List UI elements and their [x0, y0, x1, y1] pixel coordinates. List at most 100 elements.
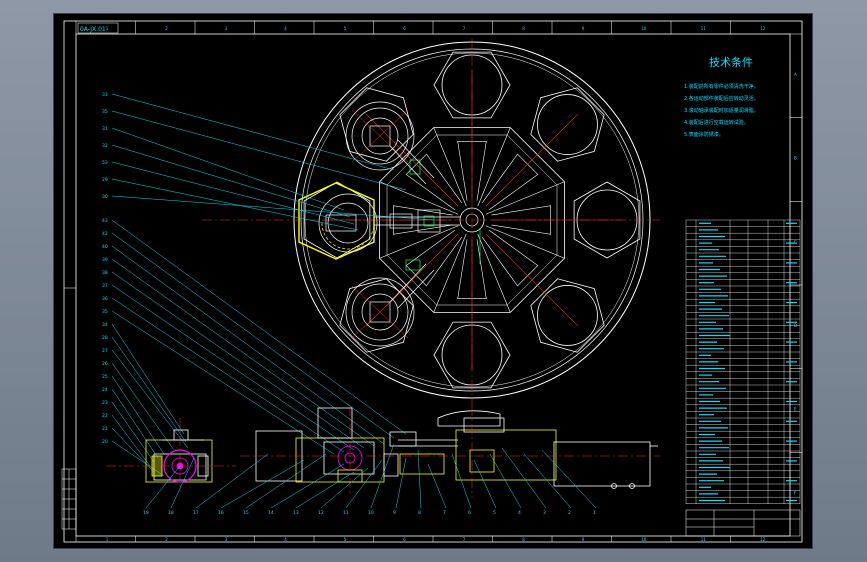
grid-label-bottom: 2: [165, 537, 168, 542]
leader-line: [111, 297, 345, 453]
balloon-left: 28: [102, 335, 108, 341]
balloon-bottom: 6: [468, 510, 471, 516]
balloon-left: 35: [102, 109, 108, 115]
leader-line: [111, 127, 345, 211]
parts-list-table: [685, 219, 801, 504]
balloon-left: 53: [102, 160, 108, 166]
grid-label-bottom: 5: [344, 537, 347, 542]
cad-viewport[interactable]: 1 1 2 2 3 3 4 4 5 5 6 6 7 7 8 8 9 9 10 10 11 11 12 12 A B C D E F 0A-…: [54, 14, 812, 548]
balloon-bottom: 4: [518, 510, 521, 516]
balloon-bottom: 12: [318, 510, 324, 516]
balloon-bottom: 8: [418, 510, 421, 516]
leader-line: [111, 110, 407, 191]
grid-label-top: 9: [582, 26, 585, 31]
balloon-bottom: 16: [218, 510, 224, 516]
balloon-left: 32: [102, 143, 108, 149]
balloon-left: 29: [102, 177, 108, 183]
leader-line: [111, 93, 395, 171]
leader-line: [473, 459, 497, 509]
grid-label-bottom: 12: [760, 537, 766, 542]
assembly-drawing: 112233445566778899101011111212ABCDEF 0A-…: [61, 20, 803, 543]
balloon-left: 35: [102, 309, 108, 315]
balloon-bottom: 11: [343, 510, 349, 516]
grid-label-top: 2: [165, 26, 168, 31]
leader-line: [111, 414, 151, 467]
grid-label-top: 12: [760, 26, 766, 31]
leader-line: [427, 463, 447, 509]
grid-label-bottom: 7: [463, 537, 466, 542]
wheel-top-view: [202, 38, 660, 406]
balloon-left: 42: [102, 231, 108, 237]
balloon-bottom: 14: [268, 510, 274, 516]
leader-line: [111, 178, 359, 231]
leader-line: [145, 465, 181, 509]
grid-label-bottom: 4: [284, 537, 287, 542]
grid-label-bottom: 6: [403, 537, 406, 542]
tech-note-5: 5.表面涂防锈漆。: [684, 131, 724, 138]
balloon-left: 25: [102, 374, 108, 380]
title-block: [685, 509, 801, 537]
grid-label-top: 3: [225, 26, 228, 31]
leader-line: [111, 271, 365, 449]
leader-line: [111, 310, 335, 455]
balloon-left: 37: [102, 283, 108, 289]
grid-label-bottom: 9: [582, 537, 585, 542]
grid-label-side: E: [794, 407, 797, 412]
title-tag: 0A-JX.01: [80, 26, 106, 33]
balloon-bottom: 19: [143, 510, 149, 516]
grid-label-bottom: 10: [641, 537, 647, 542]
balloon-bottom: 18: [168, 510, 174, 516]
inner-frame: [75, 33, 791, 537]
front-view: [106, 406, 660, 498]
balloon-bottom: 1: [593, 510, 596, 516]
grid-label-top: 10: [641, 26, 647, 31]
balloon-left: 36: [102, 296, 108, 302]
balloon-left: 24: [102, 387, 108, 393]
leader-line: [111, 427, 155, 473]
leader-line: [295, 471, 355, 509]
leader-line: [111, 195, 435, 221]
grid-label-top: 5: [344, 26, 347, 31]
tech-note-1: 1.装配前所有零件必须清洗干净。: [684, 83, 759, 90]
grid-label-top: 7: [463, 26, 466, 31]
balloon-left: 30: [102, 194, 108, 200]
grid-label-bottom: 1: [106, 537, 109, 542]
grid-label-top: 8: [522, 26, 525, 31]
leader-line: [111, 336, 187, 443]
leader-line: [111, 388, 159, 459]
leader-line: [395, 457, 407, 509]
balloon-bottom: 3: [543, 510, 546, 516]
balloon-bottom: 5: [493, 510, 496, 516]
balloon-left: 20: [102, 439, 108, 445]
grid-label-bottom: 3: [225, 537, 228, 542]
tech-title: 技术条件: [709, 55, 753, 69]
balloon-left: 22: [102, 413, 108, 419]
grid-label-top: 4: [284, 26, 287, 31]
balloon-bottom: 10: [368, 510, 374, 516]
balloon-left: 40: [102, 244, 108, 250]
grid-label-side: F: [794, 490, 797, 495]
leader-line: [270, 463, 345, 509]
leader-line: [501, 447, 547, 509]
balloon-left: 38: [102, 270, 108, 276]
leader-line: [111, 144, 351, 218]
grid-label-top: 6: [403, 26, 406, 31]
leader-line: [111, 245, 385, 445]
grid-label-bottom: 8: [522, 537, 525, 542]
grid-label-side: B: [794, 156, 797, 161]
leader-line: [220, 459, 305, 509]
leader-line: [417, 449, 422, 509]
leader-line: [541, 449, 597, 509]
tech-note-2: 2.各运动部件装配后应转动灵活。: [684, 95, 759, 102]
grid-label-top: 1: [106, 26, 109, 31]
leader-line: [489, 453, 522, 509]
balloon-left: 21: [102, 426, 108, 432]
balloon-bottom: 9: [393, 510, 396, 516]
balloon-left: 31: [102, 126, 108, 132]
balloon-left: 23: [102, 400, 108, 406]
balloon-bottom: 17: [193, 510, 199, 516]
balloon-left: 43: [102, 218, 108, 224]
grid-label-top: 11: [701, 26, 707, 31]
leader-line: [111, 401, 155, 463]
leader-line: [111, 375, 165, 455]
